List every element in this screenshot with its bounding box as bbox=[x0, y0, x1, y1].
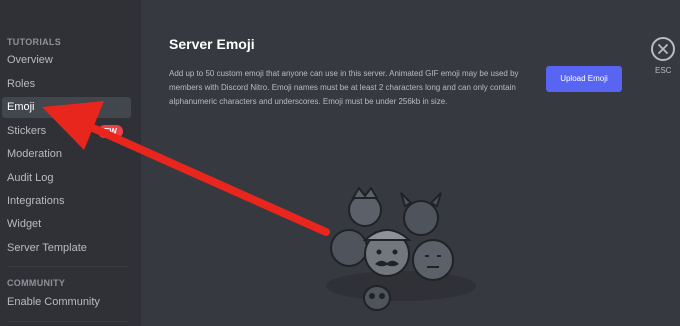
annotation-arrow bbox=[42, 101, 330, 236]
